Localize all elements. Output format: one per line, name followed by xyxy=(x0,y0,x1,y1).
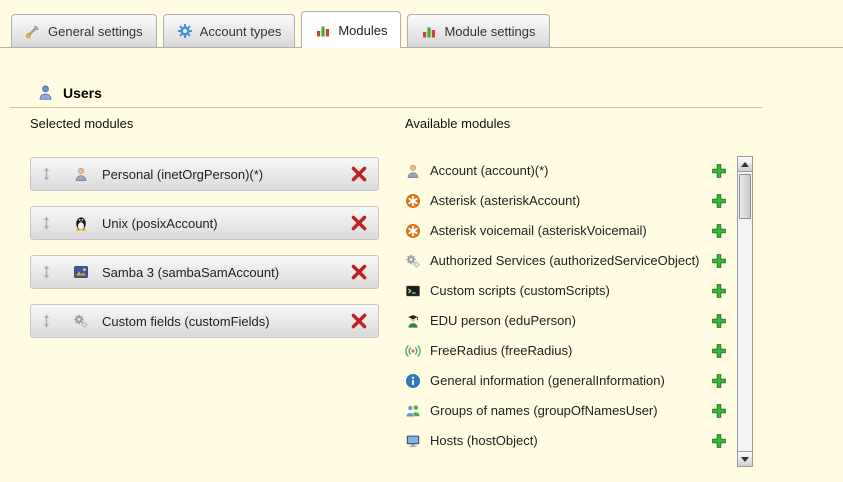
tab-label: Modules xyxy=(338,23,387,38)
section-header-users: Users xyxy=(37,84,102,101)
tab-module-settings[interactable]: Module settings xyxy=(407,14,549,47)
user-icon xyxy=(37,84,54,101)
section-divider xyxy=(10,107,762,108)
gears-icon xyxy=(405,253,421,269)
available-module-row: General information (generalInformation) xyxy=(405,366,736,396)
selected-module-row[interactable]: Personal (inetOrgPerson)(*) xyxy=(30,157,379,191)
module-label: FreeRadius (freeRadius) xyxy=(430,343,702,359)
drag-handle-icon[interactable] xyxy=(41,216,61,230)
add-module-button[interactable] xyxy=(711,373,727,389)
add-module-button[interactable] xyxy=(711,163,727,179)
gear-icon xyxy=(177,23,193,39)
add-module-button[interactable] xyxy=(711,313,727,329)
add-module-button[interactable] xyxy=(711,283,727,299)
delete-module-button[interactable] xyxy=(350,165,368,183)
tab-bar: General settings Account types xyxy=(0,11,843,48)
radius-icon xyxy=(405,343,421,359)
available-module-row: EDU person (eduPerson) xyxy=(405,306,736,336)
module-label: Custom fields (customFields) xyxy=(102,314,270,329)
module-label: Hosts (hostObject) xyxy=(430,433,702,449)
module-label: Unix (posixAccount) xyxy=(102,216,218,231)
group-icon xyxy=(405,403,421,419)
scroll-down-button[interactable] xyxy=(738,451,752,466)
modules-icon xyxy=(315,22,331,38)
info-icon xyxy=(405,373,421,389)
scroll-up-button[interactable] xyxy=(738,157,752,172)
module-label: Samba 3 (sambaSamAccount) xyxy=(102,265,279,280)
module-label: Authorized Services (authorizedServiceOb… xyxy=(430,253,702,269)
person-icon xyxy=(405,163,421,179)
module-label: Custom scripts (customScripts) xyxy=(430,283,702,299)
module-label: Asterisk voicemail (asteriskVoicemail) xyxy=(430,223,702,239)
add-module-button[interactable] xyxy=(711,403,727,419)
drag-handle-icon[interactable] xyxy=(41,314,61,328)
gears-icon xyxy=(73,313,89,329)
arrow-up-icon xyxy=(741,162,749,167)
scrollbar-thumb[interactable] xyxy=(739,174,751,219)
asterisk-icon xyxy=(405,193,421,209)
edu-person-icon xyxy=(405,313,421,329)
module-label: General information (generalInformation) xyxy=(430,373,702,389)
selected-modules-heading: Selected modules xyxy=(30,116,133,131)
available-module-row: Account (account)(*) xyxy=(405,156,736,186)
selected-module-row[interactable]: Custom fields (customFields) xyxy=(30,304,379,338)
available-modules-scrollbar[interactable] xyxy=(737,156,753,467)
tab-general-settings[interactable]: General settings xyxy=(11,14,157,47)
modules-icon xyxy=(421,23,437,39)
available-module-row: Authorized Services (authorizedServiceOb… xyxy=(405,246,736,276)
lam-configuration-page: General settings Account types xyxy=(0,0,843,482)
selected-module-row[interactable]: Samba 3 (sambaSamAccount) xyxy=(30,255,379,289)
penguin-icon xyxy=(73,215,89,231)
available-module-row: Asterisk voicemail (asteriskVoicemail) xyxy=(405,216,736,246)
tab-label: General settings xyxy=(48,24,143,39)
available-module-row: Hosts (hostObject) xyxy=(405,426,736,456)
section-title: Users xyxy=(63,85,102,101)
host-icon xyxy=(405,433,421,449)
delete-module-button[interactable] xyxy=(350,214,368,232)
drag-handle-icon[interactable] xyxy=(41,265,61,279)
delete-module-button[interactable] xyxy=(350,312,368,330)
delete-module-button[interactable] xyxy=(350,263,368,281)
module-label: Asterisk (asteriskAccount) xyxy=(430,193,702,209)
add-module-button[interactable] xyxy=(711,223,727,239)
module-label: Personal (inetOrgPerson)(*) xyxy=(102,167,263,182)
add-module-button[interactable] xyxy=(711,433,727,449)
available-module-row: FreeRadius (freeRadius) xyxy=(405,336,736,366)
tab-modules[interactable]: Modules xyxy=(301,11,401,48)
available-modules-heading: Available modules xyxy=(405,116,510,131)
selected-module-row[interactable]: Unix (posixAccount) xyxy=(30,206,379,240)
module-label: Account (account)(*) xyxy=(430,163,702,179)
module-label: EDU person (eduPerson) xyxy=(430,313,702,329)
add-module-button[interactable] xyxy=(711,193,727,209)
available-module-row: Groups of names (groupOfNamesUser) xyxy=(405,396,736,426)
tools-icon xyxy=(25,23,41,39)
add-module-button[interactable] xyxy=(711,343,727,359)
arrow-down-icon xyxy=(741,457,749,462)
module-label: Groups of names (groupOfNamesUser) xyxy=(430,403,702,419)
samba-icon xyxy=(73,264,89,280)
selected-modules-list: Personal (inetOrgPerson)(*) Unix (posix xyxy=(30,157,379,338)
available-module-row: Asterisk (asteriskAccount) xyxy=(405,186,736,216)
tab-label: Account types xyxy=(200,24,282,39)
add-module-button[interactable] xyxy=(711,253,727,269)
asterisk-icon xyxy=(405,223,421,239)
terminal-icon xyxy=(405,283,421,299)
available-modules-list: Account (account)(*) Asterisk (asteriskA… xyxy=(405,156,736,456)
person-icon xyxy=(73,166,89,182)
tab-account-types[interactable]: Account types xyxy=(163,14,296,47)
tab-label: Module settings xyxy=(444,24,535,39)
available-module-row: Custom scripts (customScripts) xyxy=(405,276,736,306)
drag-handle-icon[interactable] xyxy=(41,167,61,181)
